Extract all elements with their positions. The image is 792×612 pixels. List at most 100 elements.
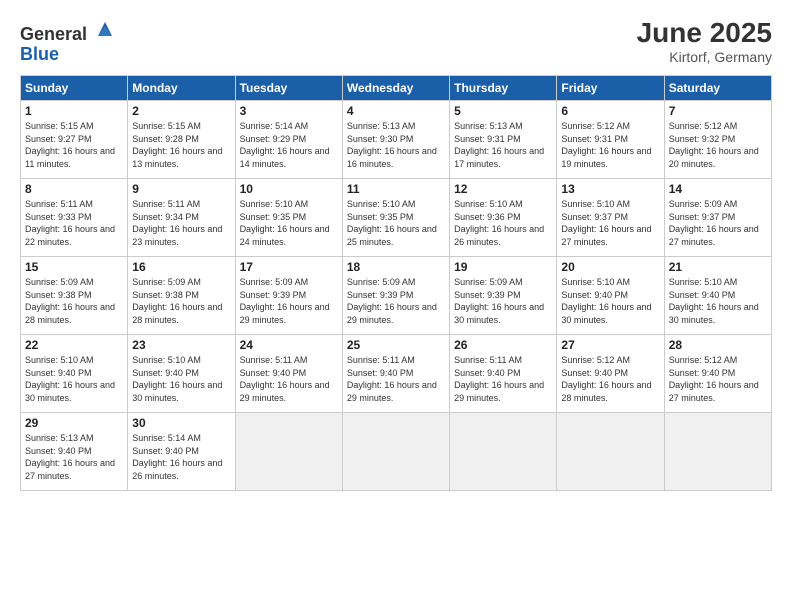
calendar-cell: 1Sunrise: 5:15 AM Sunset: 9:27 PM Daylig… (21, 101, 128, 179)
day-info: Sunrise: 5:14 AM Sunset: 9:29 PM Dayligh… (240, 120, 338, 170)
calendar-cell: 27 Sunrise: 5:12 AM Sunset: 9:40 PM Dayli… (557, 335, 664, 413)
day-number: 23 (132, 338, 230, 352)
calendar-cell: 24Sunrise: 5:11 AM Sunset: 9:40 PM Dayli… (235, 335, 342, 413)
calendar-cell (235, 413, 342, 491)
calendar-cell: 20 Sunrise: 5:10 AM Sunset: 9:40 PM Dayli… (557, 257, 664, 335)
day-info: Sunrise: 5:10 AM Sunset: 9:35 PM Dayligh… (347, 198, 445, 248)
calendar-cell: 6Sunrise: 5:12 AM Sunset: 9:31 PM Daylig… (557, 101, 664, 179)
day-info: Sunrise: 5:12 AM Sunset: 9:31 PM Dayligh… (561, 120, 659, 170)
day-number: 21 (669, 260, 767, 274)
day-info: Sunrise: 5:10 AM Sunset: 9:37 PM Dayligh… (561, 198, 659, 248)
day-info: Sunrise: 5:09 AM Sunset: 9:39 PM Dayligh… (347, 276, 445, 326)
day-info: Sunrise: 5:09 AM Sunset: 9:39 PM Dayligh… (454, 276, 552, 326)
weekday-friday: Friday (557, 76, 664, 101)
weekday-thursday: Thursday (450, 76, 557, 101)
day-info: Sunrise: 5:15 AM Sunset: 9:27 PM Dayligh… (25, 120, 123, 170)
calendar-cell (557, 413, 664, 491)
calendar-week-3: 15 Sunrise: 5:09 AM Sunset: 9:38 PM Dayli… (21, 257, 772, 335)
calendar-cell: 25 Sunrise: 5:11 AM Sunset: 9:40 PM Dayli… (342, 335, 449, 413)
day-info: Sunrise: 5:11 AM Sunset: 9:34 PM Dayligh… (132, 198, 230, 248)
weekday-saturday: Saturday (664, 76, 771, 101)
calendar-cell: 22 Sunrise: 5:10 AM Sunset: 9:40 PM Dayli… (21, 335, 128, 413)
day-number: 27 (561, 338, 659, 352)
calendar-cell: 5 Sunrise: 5:13 AM Sunset: 9:31 PM Daylig… (450, 101, 557, 179)
calendar-cell: 18 Sunrise: 5:09 AM Sunset: 9:39 PM Dayli… (342, 257, 449, 335)
day-info: Sunrise: 5:11 AM Sunset: 9:40 PM Dayligh… (454, 354, 552, 404)
day-info: Sunrise: 5:12 AM Sunset: 9:40 PM Dayligh… (669, 354, 767, 404)
page: General Blue June 2025 Kirtorf, Germany … (0, 0, 792, 612)
day-info: Sunrise: 5:15 AM Sunset: 9:28 PM Dayligh… (132, 120, 230, 170)
page-subtitle: Kirtorf, Germany (637, 49, 772, 65)
day-info: Sunrise: 5:10 AM Sunset: 9:40 PM Dayligh… (561, 276, 659, 326)
day-number: 5 (454, 104, 552, 118)
day-number: 9 (132, 182, 230, 196)
day-info: Sunrise: 5:11 AM Sunset: 9:33 PM Dayligh… (25, 198, 123, 248)
calendar-cell: 12 Sunrise: 5:10 AM Sunset: 9:36 PM Dayli… (450, 179, 557, 257)
day-number: 7 (669, 104, 767, 118)
day-number: 25 (347, 338, 445, 352)
weekday-wednesday: Wednesday (342, 76, 449, 101)
calendar-cell: 11 Sunrise: 5:10 AM Sunset: 9:35 PM Dayli… (342, 179, 449, 257)
calendar-cell: 19 Sunrise: 5:09 AM Sunset: 9:39 PM Dayli… (450, 257, 557, 335)
day-number: 18 (347, 260, 445, 274)
day-number: 26 (454, 338, 552, 352)
day-number: 2 (132, 104, 230, 118)
calendar-cell: 29Sunrise: 5:13 AM Sunset: 9:40 PM Dayli… (21, 413, 128, 491)
logo-general: General (20, 24, 87, 44)
day-number: 11 (347, 182, 445, 196)
day-number: 10 (240, 182, 338, 196)
day-number: 28 (669, 338, 767, 352)
calendar-week-5: 29Sunrise: 5:13 AM Sunset: 9:40 PM Dayli… (21, 413, 772, 491)
day-info: Sunrise: 5:12 AM Sunset: 9:32 PM Dayligh… (669, 120, 767, 170)
day-number: 16 (132, 260, 230, 274)
day-number: 17 (240, 260, 338, 274)
calendar-cell: 10Sunrise: 5:10 AM Sunset: 9:35 PM Dayli… (235, 179, 342, 257)
day-info: Sunrise: 5:09 AM Sunset: 9:39 PM Dayligh… (240, 276, 338, 326)
title-block: June 2025 Kirtorf, Germany (637, 18, 772, 65)
calendar-cell: 21 Sunrise: 5:10 AM Sunset: 9:40 PM Dayli… (664, 257, 771, 335)
page-title: June 2025 (637, 18, 772, 49)
day-info: Sunrise: 5:11 AM Sunset: 9:40 PM Dayligh… (240, 354, 338, 404)
calendar-body: 1Sunrise: 5:15 AM Sunset: 9:27 PM Daylig… (21, 101, 772, 491)
day-number: 14 (669, 182, 767, 196)
calendar-cell (342, 413, 449, 491)
day-info: Sunrise: 5:13 AM Sunset: 9:31 PM Dayligh… (454, 120, 552, 170)
calendar-cell: 3 Sunrise: 5:14 AM Sunset: 9:29 PM Daylig… (235, 101, 342, 179)
header: General Blue June 2025 Kirtorf, Germany (20, 18, 772, 65)
logo-blue-text: Blue (20, 44, 59, 64)
calendar-cell: 28 Sunrise: 5:12 AM Sunset: 9:40 PM Dayli… (664, 335, 771, 413)
day-info: Sunrise: 5:12 AM Sunset: 9:40 PM Dayligh… (561, 354, 659, 404)
calendar-cell: 26 Sunrise: 5:11 AM Sunset: 9:40 PM Dayli… (450, 335, 557, 413)
logo-icon (94, 18, 116, 40)
day-info: Sunrise: 5:10 AM Sunset: 9:40 PM Dayligh… (25, 354, 123, 404)
day-info: Sunrise: 5:09 AM Sunset: 9:38 PM Dayligh… (25, 276, 123, 326)
day-number: 8 (25, 182, 123, 196)
calendar-cell: 16 Sunrise: 5:09 AM Sunset: 9:38 PM Dayli… (128, 257, 235, 335)
day-info: Sunrise: 5:09 AM Sunset: 9:37 PM Dayligh… (669, 198, 767, 248)
day-number: 30 (132, 416, 230, 430)
calendar-cell: 15 Sunrise: 5:09 AM Sunset: 9:38 PM Dayli… (21, 257, 128, 335)
calendar-cell: 8 Sunrise: 5:11 AM Sunset: 9:33 PM Daylig… (21, 179, 128, 257)
weekday-monday: Monday (128, 76, 235, 101)
day-info: Sunrise: 5:09 AM Sunset: 9:38 PM Dayligh… (132, 276, 230, 326)
day-number: 15 (25, 260, 123, 274)
logo-text: General (20, 18, 116, 45)
logo-row: General (20, 18, 116, 45)
day-number: 19 (454, 260, 552, 274)
calendar-cell: 30 Sunrise: 5:14 AM Sunset: 9:40 PM Dayli… (128, 413, 235, 491)
day-number: 3 (240, 104, 338, 118)
day-number: 22 (25, 338, 123, 352)
weekday-sunday: Sunday (21, 76, 128, 101)
day-info: Sunrise: 5:14 AM Sunset: 9:40 PM Dayligh… (132, 432, 230, 482)
calendar-cell: 13Sunrise: 5:10 AM Sunset: 9:37 PM Dayli… (557, 179, 664, 257)
calendar-cell: 17 Sunrise: 5:09 AM Sunset: 9:39 PM Dayli… (235, 257, 342, 335)
weekday-tuesday: Tuesday (235, 76, 342, 101)
day-info: Sunrise: 5:10 AM Sunset: 9:40 PM Dayligh… (669, 276, 767, 326)
logo: General Blue (20, 18, 116, 65)
day-number: 20 (561, 260, 659, 274)
calendar-cell: 2 Sunrise: 5:15 AM Sunset: 9:28 PM Daylig… (128, 101, 235, 179)
calendar-cell: 14 Sunrise: 5:09 AM Sunset: 9:37 PM Dayli… (664, 179, 771, 257)
day-number: 12 (454, 182, 552, 196)
day-info: Sunrise: 5:10 AM Sunset: 9:36 PM Dayligh… (454, 198, 552, 248)
day-info: Sunrise: 5:11 AM Sunset: 9:40 PM Dayligh… (347, 354, 445, 404)
